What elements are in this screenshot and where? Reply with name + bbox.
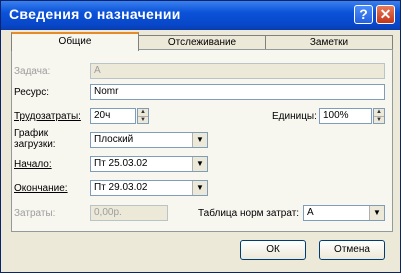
start-date-select[interactable]: Пт 25.03.02 ▼ <box>90 156 208 172</box>
contour-value: Плоский <box>94 134 134 145</box>
finish-date-select[interactable]: Пт 29.03.02 ▼ <box>90 180 208 196</box>
start-label: Начало: <box>14 159 52 170</box>
work-label: Трудозатраты: <box>14 111 81 122</box>
cost-label: Затраты: <box>14 208 56 219</box>
work-stepper[interactable]: ▲ ▼ <box>137 108 149 124</box>
cost-field: 0,00р. <box>90 205 168 221</box>
chevron-down-icon[interactable]: ▼ <box>192 157 207 171</box>
units-label: Единицы: <box>272 111 317 122</box>
tab-tracking[interactable]: Отслеживание <box>138 35 266 50</box>
work-field[interactable]: 20ч <box>90 108 136 124</box>
rate-table-value: A <box>307 207 314 218</box>
contour-label: График загрузки: <box>14 128 56 150</box>
tab-strip: Общие Отслеживание Заметки <box>11 32 393 51</box>
contour-label-line2: загрузки: <box>14 139 56 150</box>
task-label: Задача: <box>14 66 51 77</box>
contour-select[interactable]: Плоский ▼ <box>90 132 208 148</box>
chevron-down-icon[interactable]: ▼ <box>369 206 384 220</box>
tab-notes[interactable]: Заметки <box>265 35 393 50</box>
title-bar[interactable]: Сведения о назначении ? ✕ <box>1 1 400 30</box>
chevron-down-icon[interactable]: ▼ <box>192 133 207 147</box>
start-date-value: Пт 25.03.02 <box>94 158 148 169</box>
units-field[interactable]: 100% <box>319 108 372 124</box>
finish-date-value: Пт 29.03.02 <box>94 182 148 193</box>
help-icon[interactable]: ? <box>354 5 373 24</box>
close-icon[interactable]: ✕ <box>376 5 395 24</box>
units-stepper[interactable]: ▲ ▼ <box>373 108 385 124</box>
task-field: A <box>90 63 385 79</box>
ok-button[interactable]: ОК <box>240 240 306 260</box>
rate-table-label: Таблица норм затрат: <box>198 208 300 219</box>
dialog-title: Сведения о назначении <box>9 6 181 22</box>
contour-label-line1: График <box>14 128 49 139</box>
rate-table-select[interactable]: A ▼ <box>303 205 385 221</box>
resource-label: Ресурс: <box>14 87 50 98</box>
cancel-button[interactable]: Отмена <box>319 240 385 260</box>
finish-label: Окончание: <box>14 183 68 194</box>
assignment-dialog: Сведения о назначении ? ✕ Общие Отслежив… <box>0 0 401 273</box>
tab-general[interactable]: Общие <box>11 32 139 51</box>
chevron-down-icon[interactable]: ▼ <box>192 181 207 195</box>
resource-field[interactable]: Nomr <box>90 84 385 100</box>
